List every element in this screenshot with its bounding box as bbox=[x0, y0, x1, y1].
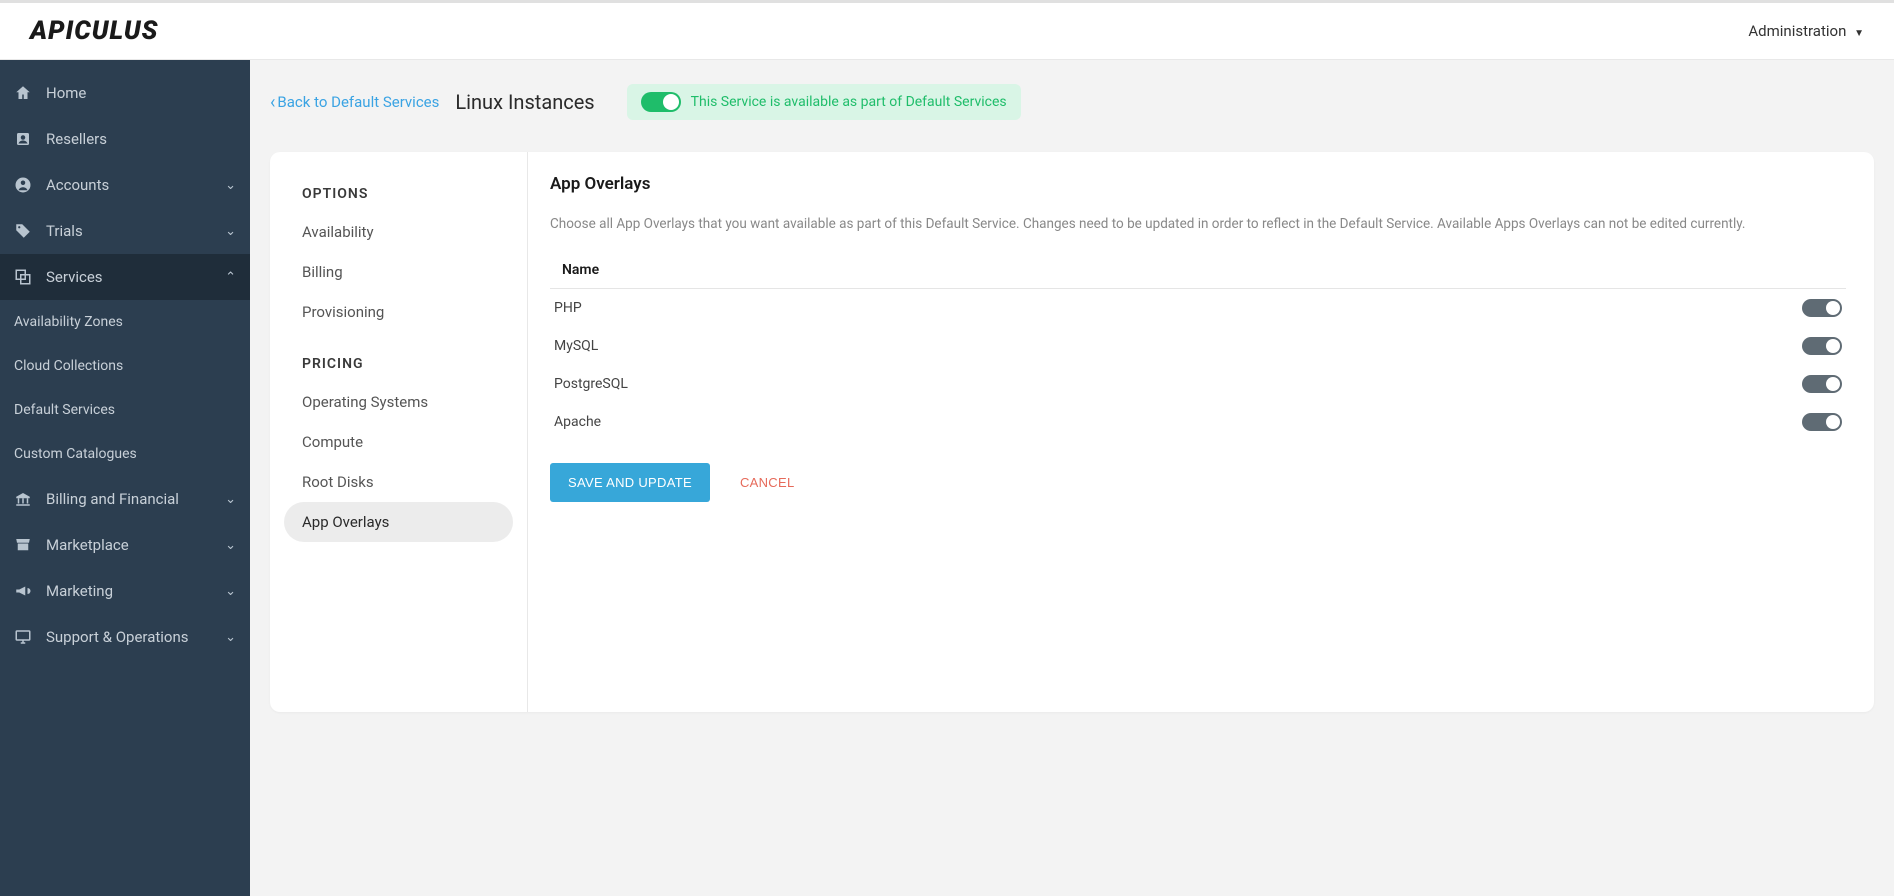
chevron-down-icon: ⌄ bbox=[225, 584, 236, 599]
chevron-up-icon: ⌃ bbox=[225, 270, 236, 285]
page-title: Linux Instances bbox=[455, 90, 594, 114]
pricing-heading: PRICING bbox=[284, 346, 513, 382]
chevron-down-icon: ⌄ bbox=[225, 538, 236, 553]
monitor-icon bbox=[14, 628, 36, 646]
sidebar-item-label: Support & Operations bbox=[46, 628, 189, 646]
bank-icon bbox=[14, 490, 36, 508]
table-row: PostgreSQL bbox=[550, 365, 1846, 403]
chevron-down-icon: ⌄ bbox=[225, 492, 236, 507]
sidebar-item-billing[interactable]: Billing and Financial ⌄ bbox=[0, 476, 250, 522]
admin-dropdown[interactable]: Administration ▼ bbox=[1748, 22, 1864, 40]
overlay-toggle-mysql[interactable] bbox=[1802, 337, 1842, 355]
option-availability[interactable]: Availability bbox=[284, 212, 513, 252]
sidebar-item-label: Trials bbox=[46, 222, 83, 240]
caret-down-icon: ▼ bbox=[1854, 28, 1864, 39]
option-app-overlays[interactable]: App Overlays bbox=[284, 502, 513, 542]
chevron-down-icon: ⌄ bbox=[225, 224, 236, 239]
main-description: Choose all App Overlays that you want av… bbox=[550, 214, 1846, 234]
sidebar-item-label: Billing and Financial bbox=[46, 490, 179, 508]
option-root-disks[interactable]: Root Disks bbox=[284, 462, 513, 502]
sidebar-item-support[interactable]: Support & Operations ⌄ bbox=[0, 614, 250, 660]
overlay-name: PostgreSQL bbox=[554, 376, 628, 392]
table-header-name: Name bbox=[550, 252, 1846, 289]
reseller-icon bbox=[14, 130, 36, 148]
sidebar-item-services[interactable]: Services ⌃ bbox=[0, 254, 250, 300]
top-bar: APICULUS Administration ▼ bbox=[0, 0, 1894, 60]
chevron-down-icon: ⌄ bbox=[225, 178, 236, 193]
store-icon bbox=[14, 536, 36, 554]
options-column: OPTIONS Availability Billing Provisionin… bbox=[270, 152, 528, 712]
overlay-toggle-php[interactable] bbox=[1802, 299, 1842, 317]
sidebar-item-home[interactable]: Home bbox=[0, 70, 250, 116]
service-enabled-toggle[interactable] bbox=[641, 92, 681, 112]
status-pill: This Service is available as part of Def… bbox=[627, 84, 1021, 120]
overlay-name: Apache bbox=[554, 414, 601, 430]
overlay-toggle-postgresql[interactable] bbox=[1802, 375, 1842, 393]
logo: APICULUS bbox=[30, 16, 158, 46]
overlay-name: PHP bbox=[554, 300, 582, 316]
sidebar-item-label: Home bbox=[46, 84, 86, 102]
table-row: PHP bbox=[550, 289, 1846, 327]
table-row: MySQL bbox=[550, 327, 1846, 365]
chevron-left-icon: ‹ bbox=[270, 92, 275, 113]
sidebar-item-marketplace[interactable]: Marketplace ⌄ bbox=[0, 522, 250, 568]
option-compute[interactable]: Compute bbox=[284, 422, 513, 462]
option-billing[interactable]: Billing bbox=[284, 252, 513, 292]
sidebar-item-marketing[interactable]: Marketing ⌄ bbox=[0, 568, 250, 614]
sidebar-item-resellers[interactable]: Resellers bbox=[0, 116, 250, 162]
table-row: Apache bbox=[550, 403, 1846, 441]
sidebar: Home Resellers Accounts ⌄ Trials ⌄ bbox=[0, 60, 250, 896]
bullhorn-icon bbox=[14, 582, 36, 600]
sidebar-sub-availability-zones[interactable]: Availability Zones bbox=[0, 300, 250, 344]
option-provisioning[interactable]: Provisioning bbox=[284, 292, 513, 332]
sidebar-sub-custom-catalogues[interactable]: Custom Catalogues bbox=[0, 432, 250, 476]
page-header: ‹ Back to Default Services Linux Instanc… bbox=[250, 60, 1894, 132]
sidebar-item-label: Marketing bbox=[46, 582, 113, 600]
sidebar-item-label: Resellers bbox=[46, 130, 107, 148]
back-label: Back to Default Services bbox=[277, 93, 439, 111]
cancel-button[interactable]: CANCEL bbox=[740, 475, 795, 490]
content-area: ‹ Back to Default Services Linux Instanc… bbox=[250, 60, 1894, 896]
main-column: App Overlays Choose all App Overlays tha… bbox=[528, 152, 1874, 712]
options-heading: OPTIONS bbox=[284, 176, 513, 212]
chevron-down-icon: ⌄ bbox=[225, 630, 236, 645]
services-icon bbox=[14, 268, 36, 286]
sidebar-item-label: Services bbox=[46, 268, 103, 286]
overlay-name: MySQL bbox=[554, 338, 598, 354]
actions: SAVE AND UPDATE CANCEL bbox=[550, 463, 1846, 502]
sidebar-sub-default-services[interactable]: Default Services bbox=[0, 388, 250, 432]
save-button[interactable]: SAVE AND UPDATE bbox=[550, 463, 710, 502]
sidebar-item-trials[interactable]: Trials ⌄ bbox=[0, 208, 250, 254]
sidebar-item-accounts[interactable]: Accounts ⌄ bbox=[0, 162, 250, 208]
main-title: App Overlays bbox=[550, 174, 1846, 194]
option-operating-systems[interactable]: Operating Systems bbox=[284, 382, 513, 422]
tag-icon bbox=[14, 222, 36, 240]
admin-label: Administration bbox=[1748, 22, 1846, 40]
status-text: This Service is available as part of Def… bbox=[691, 94, 1007, 110]
home-icon bbox=[14, 84, 36, 102]
account-icon bbox=[14, 176, 36, 194]
sidebar-item-label: Marketplace bbox=[46, 536, 129, 554]
sidebar-item-label: Accounts bbox=[46, 176, 109, 194]
card: OPTIONS Availability Billing Provisionin… bbox=[270, 152, 1874, 712]
sidebar-sub-cloud-collections[interactable]: Cloud Collections bbox=[0, 344, 250, 388]
overlay-toggle-apache[interactable] bbox=[1802, 413, 1842, 431]
back-link[interactable]: ‹ Back to Default Services bbox=[270, 92, 439, 113]
